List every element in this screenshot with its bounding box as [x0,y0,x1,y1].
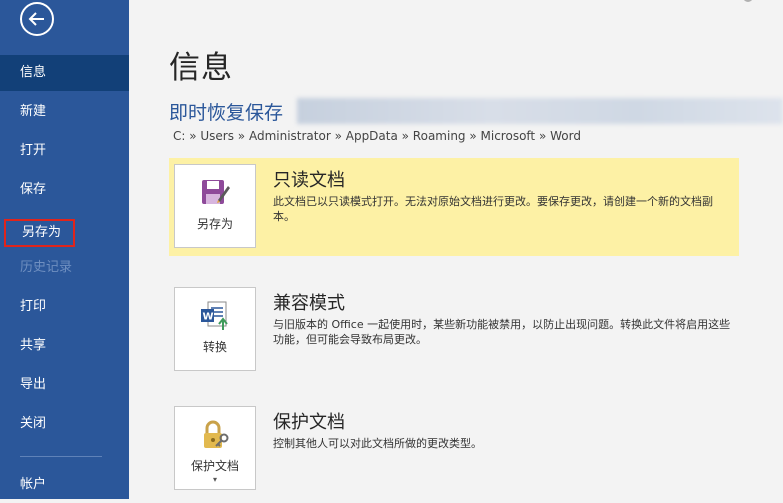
sidebar-item-save[interactable]: 保存 [0,172,129,208]
protect-document-dropdown[interactable]: 保护文档 ▾ [174,406,256,490]
sidebar-item-label: 导出 [20,377,47,392]
sidebar-item-account[interactable]: 帐户 [0,467,129,503]
svg-text:W: W [203,312,214,323]
card-heading: 兼容模式 [273,293,345,314]
sidebar-item-label: 信息 [20,65,47,80]
sidebar-item-label: 打开 [20,143,47,158]
back-button[interactable] [20,2,54,36]
sidebar-item-label: 共享 [20,338,47,353]
sidebar-item-label: 新建 [20,104,47,119]
save-as-button[interactable]: 另存为 [174,164,256,248]
sidebar-item-label: 打印 [20,299,47,314]
convert-button[interactable]: W 转换 [174,287,256,371]
sidebar-item-open[interactable]: 打开 [0,133,129,169]
document-title: 即时恢复保存 [169,102,284,124]
word-convert-icon: W [201,301,228,330]
info-pane: 信息 即时恢复保存 C: » Users » Administrator » A… [129,0,783,499]
sidebar-item-export[interactable]: 导出 [0,367,129,403]
card-description: 控制其他人可以对此文档所做的更改类型。 [273,437,482,450]
file-path-breadcrumb[interactable]: C: » Users » Administrator » AppData » R… [173,129,581,143]
sidebar-item-close[interactable]: 关闭 [0,406,129,442]
protect-document-card: 保护文档 ▾ 保护文档 控制其他人可以对此文档所做的更改类型。 [169,400,739,499]
sidebar-item-label: 另存为 [22,225,62,240]
redacted-filename [297,98,783,124]
sidebar-item-label: 保存 [20,182,47,197]
sidebar-item-history: 历史记录 [0,250,129,286]
tile-label: 另存为 [196,217,233,231]
sidebar-divider [20,456,102,457]
lock-key-icon [204,420,229,448]
sidebar-item-print[interactable]: 打印 [0,289,129,325]
tile-label: 转换 [202,340,227,354]
sidebar-item-label: 帐户 [20,477,47,492]
sidebar-item-save-as[interactable]: 另存为 [4,219,75,247]
sidebar-item-share[interactable]: 共享 [0,328,129,364]
page-title: 信息 [169,50,233,86]
sidebar-item-info[interactable]: 信息 [0,55,129,91]
backstage-sidebar: 信息 新建 打开 保存 另存为 历史记录 打印 共享 导出 关闭 帐户 [0,0,129,499]
back-arrow-icon [28,12,44,26]
compatibility-mode-card: W 转换 兼容模式 与旧版本的 Office 一起使用时，某些新功能被禁用，以防… [169,281,739,373]
tile-label: 保护文档 [190,459,239,473]
card-description: 此文档已以只读模式打开。无法对原始文档进行更改。要保存更改，请创建一个新的文档副… [273,195,713,223]
sidebar-item-new[interactable]: 新建 [0,94,129,130]
card-heading: 保护文档 [273,412,345,433]
sidebar-item-label: 历史记录 [20,260,73,275]
window-control-dot [743,0,753,2]
save-as-icon [202,180,230,204]
card-description: 与旧版本的 Office 一起使用时，某些新功能被禁用，以防止出现问题。转换此文… [273,318,731,346]
chevron-down-icon: ▾ [212,475,217,484]
card-heading: 只读文档 [273,170,345,191]
sidebar-item-label: 关闭 [20,416,47,431]
readonly-notice-card: 另存为 只读文档 此文档已以只读模式打开。无法对原始文档进行更改。要保存更改，请… [169,158,739,256]
